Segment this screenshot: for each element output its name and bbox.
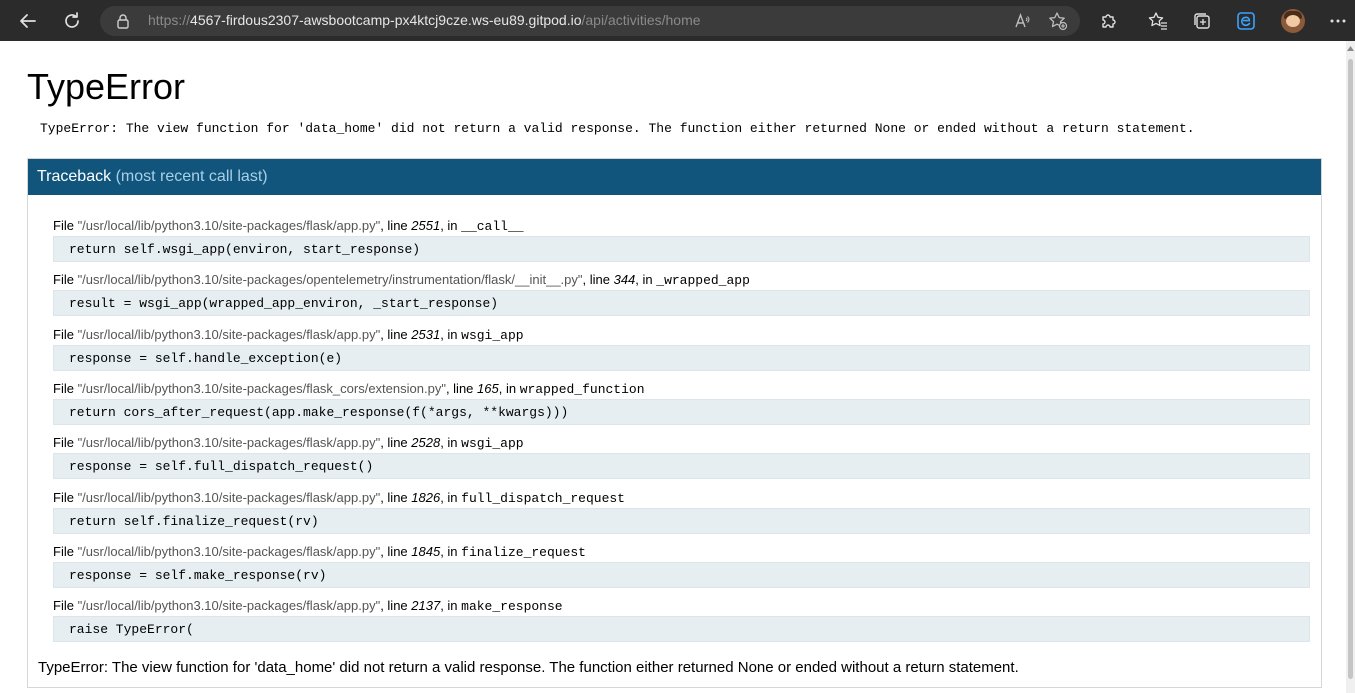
browser-toolbar: https://4567-firdous2307-awsbootcamp-px4… (0, 0, 1355, 41)
traceback-header: Traceback (most recent call last) (28, 159, 1321, 195)
frame-source-line[interactable]: return self.finalize_request(rv) (53, 508, 1310, 534)
frame-in-label: , in (440, 218, 462, 233)
frame-line-number: 344 (613, 272, 636, 287)
frame-file-label: File (53, 544, 78, 559)
frame-filename: "/usr/local/lib/python3.10/site-packages… (77, 381, 446, 396)
frame-line-number: 1845 (411, 544, 441, 559)
frame-line-number: 2528 (411, 435, 441, 450)
frame-location: File "/usr/local/lib/python3.10/site-pac… (53, 271, 750, 289)
frame-source-line[interactable]: return self.wsgi_app(environ, start_resp… (53, 236, 1310, 262)
frame-line-label: , line (380, 598, 412, 613)
frame-in-label: , in (440, 327, 462, 342)
frame-location: File "/usr/local/lib/python3.10/site-pac… (53, 597, 563, 615)
url-host: 4567-firdous2307-awsbootcamp-px4ktcj9cze… (190, 12, 582, 28)
url-prefix: https:// (148, 12, 191, 28)
frame-line-label: , line (380, 218, 412, 233)
back-arrow-icon[interactable] (15, 8, 41, 34)
frame-line-label: , line (380, 544, 412, 559)
page-scrollbar[interactable] (1346, 41, 1355, 693)
frame-function-name: finalize_request (461, 545, 586, 560)
collections-icon[interactable] (1189, 8, 1215, 34)
frame-file-label: File (53, 435, 78, 450)
frame-location: File "/usr/local/lib/python3.10/site-pac… (53, 326, 524, 344)
scroll-thumb[interactable] (1348, 59, 1353, 679)
frame-filename: "/usr/local/lib/python3.10/site-packages… (77, 598, 381, 613)
frame-line-number: 2137 (411, 598, 441, 613)
traceback-frame: File "/usr/local/lib/python3.10/site-pac… (53, 489, 1310, 535)
traceback-frame: File "/usr/local/lib/python3.10/site-pac… (53, 380, 1310, 426)
favorites-icon[interactable] (1145, 8, 1171, 34)
frame-in-label: , in (440, 544, 462, 559)
frame-location: File "/usr/local/lib/python3.10/site-pac… (53, 434, 524, 452)
frame-source-line[interactable]: response = self.make_response(rv) (53, 562, 1310, 588)
traceback-title: Traceback (37, 168, 112, 185)
frame-location: File "/usr/local/lib/python3.10/site-pac… (53, 489, 625, 507)
traceback-frame: File "/usr/local/lib/python3.10/site-pac… (53, 217, 1310, 263)
frame-in-label: , in (635, 272, 657, 287)
frame-file-label: File (53, 381, 78, 396)
traceback-frame: File "/usr/local/lib/python3.10/site-pac… (53, 597, 1310, 643)
avatar-face (1286, 15, 1300, 27)
frame-location: File "/usr/local/lib/python3.10/site-pac… (53, 543, 586, 561)
refresh-icon[interactable] (59, 8, 85, 34)
frame-function-name: wsgi_app (461, 328, 524, 343)
frame-source-line[interactable]: return cors_after_request(app.make_respo… (53, 399, 1310, 425)
frame-function-name: _wrapped_app (656, 273, 750, 288)
frame-filename: "/usr/local/lib/python3.10/site-packages… (77, 327, 381, 342)
frame-line-label: , line (445, 381, 478, 396)
traceback-frame: File "/usr/local/lib/python3.10/site-pac… (53, 543, 1310, 589)
traceback-subtitle: (most recent call last) (115, 168, 268, 185)
url-text[interactable]: https://4567-firdous2307-awsbootcamp-px4… (148, 12, 701, 28)
scroll-up-arrow-icon[interactable] (1346, 45, 1355, 53)
frame-in-label: , in (498, 381, 520, 396)
lock-icon[interactable] (116, 13, 130, 34)
frame-line-number: 165 (477, 381, 499, 396)
frame-line-number: 2551 (411, 218, 441, 233)
frame-line-label: , line (380, 327, 412, 342)
frame-in-label: , in (440, 490, 462, 505)
read-aloud-icon[interactable] (1012, 11, 1032, 31)
frame-line-label: , line (380, 435, 412, 450)
frame-file-label: File (53, 327, 78, 342)
extensions-icon[interactable] (1096, 8, 1122, 34)
frame-file-label: File (53, 218, 78, 233)
traceback-frame: File "/usr/local/lib/python3.10/site-pac… (53, 434, 1310, 480)
frame-file-label: File (53, 272, 78, 287)
frame-filename: "/usr/local/lib/python3.10/site-packages… (77, 272, 583, 287)
frame-in-label: , in (440, 435, 462, 450)
traceback-frame: File "/usr/local/lib/python3.10/site-pac… (53, 326, 1310, 372)
frame-function-name: make_response (461, 599, 563, 614)
frame-file-label: File (53, 598, 78, 613)
favorite-add-icon[interactable] (1048, 11, 1068, 31)
frame-line-label: , line (582, 272, 614, 287)
more-icon[interactable] (1325, 8, 1351, 34)
frame-location: File "/usr/local/lib/python3.10/site-pac… (53, 380, 645, 398)
frame-function-name: wrapped_function (519, 382, 645, 397)
profile-avatar[interactable] (1281, 9, 1305, 33)
frame-line-number: 1826 (411, 490, 441, 505)
frame-function-name: full_dispatch_request (461, 491, 625, 506)
frame-in-label: , in (440, 598, 462, 613)
frame-source-line[interactable]: response = self.handle_exception(e) (53, 345, 1310, 371)
page-title: TypeError (27, 66, 186, 107)
edge-icon[interactable] (1233, 8, 1259, 34)
footer-error-message: TypeError: The view function for 'data_h… (38, 659, 1019, 676)
traceback-frame: File "/usr/local/lib/python3.10/site-pac… (53, 271, 1310, 317)
url-path: /api/activities/home (581, 12, 701, 28)
frame-filename: "/usr/local/lib/python3.10/site-packages… (77, 544, 381, 559)
frame-line-number: 2531 (411, 327, 441, 342)
frame-function-name: wsgi_app (461, 436, 524, 451)
frame-source-line[interactable]: result = wsgi_app(wrapped_app_environ, _… (53, 290, 1310, 316)
frame-line-label: , line (380, 490, 412, 505)
frame-filename: "/usr/local/lib/python3.10/site-packages… (77, 218, 381, 233)
frame-source-line[interactable]: response = self.full_dispatch_request() (53, 453, 1310, 479)
frame-file-label: File (53, 490, 78, 505)
address-bar[interactable]: https://4567-firdous2307-awsbootcamp-px4… (100, 6, 1080, 36)
frame-source-line[interactable]: raise TypeError( (53, 616, 1310, 642)
frame-filename: "/usr/local/lib/python3.10/site-packages… (77, 490, 381, 505)
frame-location: File "/usr/local/lib/python3.10/site-pac… (53, 217, 524, 235)
error-message: TypeError: The view function for 'data_h… (40, 121, 1195, 136)
frame-function-name: __call__ (461, 219, 524, 234)
frame-filename: "/usr/local/lib/python3.10/site-packages… (77, 435, 381, 450)
